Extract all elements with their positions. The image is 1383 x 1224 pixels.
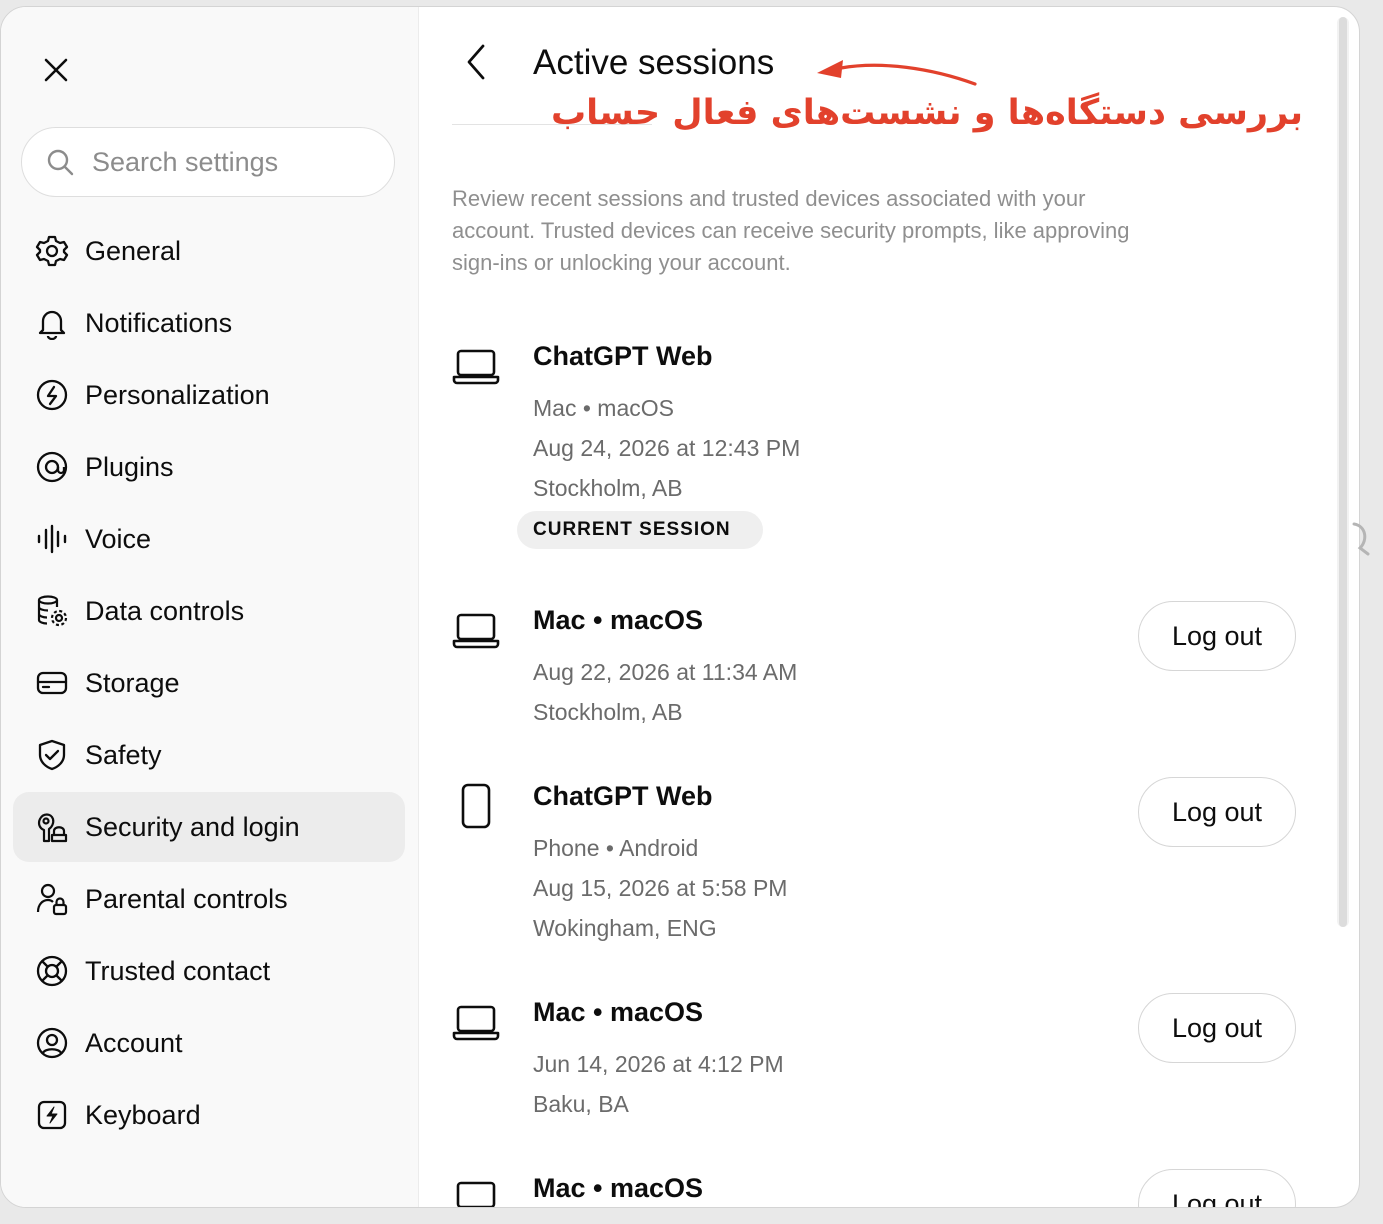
storage-drive-icon <box>33 664 71 702</box>
session-title: Mac • macOS <box>533 605 704 635</box>
session-title: Mac • macOS <box>533 1173 704 1203</box>
back-button[interactable] <box>453 39 499 85</box>
sidebar-item-voice[interactable]: Voice <box>13 504 405 574</box>
sidebar-item-security-and-login[interactable]: Security and login <box>13 792 405 862</box>
session-device: Mac • macOS <box>533 395 674 421</box>
current-session-badge: CURRENT SESSION <box>517 511 763 549</box>
voice-wave-icon <box>33 520 71 558</box>
log-out-button[interactable]: Log out <box>1138 1169 1296 1207</box>
sidebar-item-label: Account <box>85 1027 183 1058</box>
sidebar-item-label: Storage <box>85 667 180 698</box>
active-sessions-panel: Active sessions بررسی دستگاه‌ها و نشست‌ه… <box>419 7 1359 1207</box>
sessions-description: Review recent sessions and trusted devic… <box>452 186 1130 275</box>
sidebar-item-account[interactable]: Account <box>13 1008 405 1078</box>
sidebar-item-parental-controls[interactable]: Parental controls <box>13 864 405 934</box>
settings-sidebar: General Notifications Personalization Pl… <box>1 7 419 1207</box>
laptop-icon <box>451 341 501 391</box>
session-location: Wokingham, ENG <box>533 915 717 941</box>
session-time: Jun 14, 2026 at 4:12 PM <box>533 1051 784 1077</box>
session-time: Aug 15, 2026 at 5:58 PM <box>533 875 788 901</box>
plugins-icon <box>33 448 71 486</box>
settings-dialog: General Notifications Personalization Pl… <box>0 6 1360 1208</box>
close-button[interactable] <box>33 47 79 93</box>
search-icon <box>46 147 76 177</box>
sidebar-item-label: General <box>85 235 182 266</box>
session-device: Phone • Android <box>533 835 699 861</box>
search-settings-field[interactable] <box>21 127 395 197</box>
close-icon <box>44 58 68 82</box>
gear-icon <box>33 232 71 270</box>
person-lock-icon <box>33 880 71 918</box>
sidebar-item-storage[interactable]: Storage <box>13 648 405 718</box>
session-title: ChatGPT Web <box>533 781 713 811</box>
key-lock-icon <box>33 808 71 846</box>
sidebar-item-personalization[interactable]: Personalization <box>13 360 405 430</box>
database-gear-icon <box>33 592 71 630</box>
bell-icon <box>33 304 71 342</box>
session-location: Stockholm, AB <box>533 475 683 501</box>
log-out-button[interactable]: Log out <box>1138 993 1296 1063</box>
session-title: Mac • macOS <box>533 997 704 1027</box>
search-input[interactable] <box>92 146 372 178</box>
lifebuoy-icon <box>33 952 71 990</box>
laptop-icon <box>451 1173 501 1207</box>
sidebar-item-keyboard[interactable]: Keyboard <box>13 1080 405 1150</box>
phone-icon <box>451 781 501 831</box>
session-time: Aug 24, 2026 at 12:43 PM <box>533 435 801 461</box>
scrollbar-thumb[interactable] <box>1339 17 1347 927</box>
sidebar-item-label: Keyboard <box>85 1099 201 1130</box>
session-title: ChatGPT Web <box>533 341 713 371</box>
background-icon-peek <box>1352 522 1370 556</box>
user-circle-icon <box>33 1024 71 1062</box>
annotation-arrow-icon <box>817 60 977 86</box>
sidebar-item-trusted-contact[interactable]: Trusted contact <box>13 936 405 1006</box>
chevron-left-icon <box>467 44 485 80</box>
shield-check-icon <box>33 736 71 774</box>
sidebar-item-label: Trusted contact <box>85 955 271 986</box>
sidebar-item-label: Data controls <box>85 595 245 626</box>
page-title: Active sessions <box>533 43 775 82</box>
annotation-label: بررسی دستگاه‌ها و نشست‌های فعال حساب <box>550 93 1303 133</box>
session-location: Stockholm, AB <box>533 699 683 725</box>
sidebar-item-notifications[interactable]: Notifications <box>13 288 405 358</box>
scrollbar[interactable] <box>1337 17 1349 927</box>
sidebar-item-label: Parental controls <box>85 883 288 914</box>
sidebar-item-plugins[interactable]: Plugins <box>13 432 405 502</box>
sidebar-item-label: Voice <box>85 523 152 554</box>
sidebar-item-label: Notifications <box>85 307 233 338</box>
log-out-button[interactable]: Log out <box>1138 777 1296 847</box>
laptop-icon <box>451 605 501 655</box>
sidebar-item-label: Personalization <box>85 379 270 410</box>
sidebar-item-label: Plugins <box>85 451 174 482</box>
sidebar-item-label: Security and login <box>85 811 300 842</box>
sidebar-item-general[interactable]: General <box>13 216 405 286</box>
sidebar-item-safety[interactable]: Safety <box>13 720 405 790</box>
personalization-icon <box>33 376 71 414</box>
sidebar-item-label: Safety <box>85 739 162 770</box>
laptop-icon <box>451 997 501 1047</box>
session-location: Baku, BA <box>533 1091 629 1117</box>
log-out-button[interactable]: Log out <box>1138 601 1296 671</box>
session-time: Aug 22, 2026 at 11:34 AM <box>533 659 798 685</box>
sidebar-item-data-controls[interactable]: Data controls <box>13 576 405 646</box>
keyboard-bolt-icon <box>33 1096 71 1134</box>
